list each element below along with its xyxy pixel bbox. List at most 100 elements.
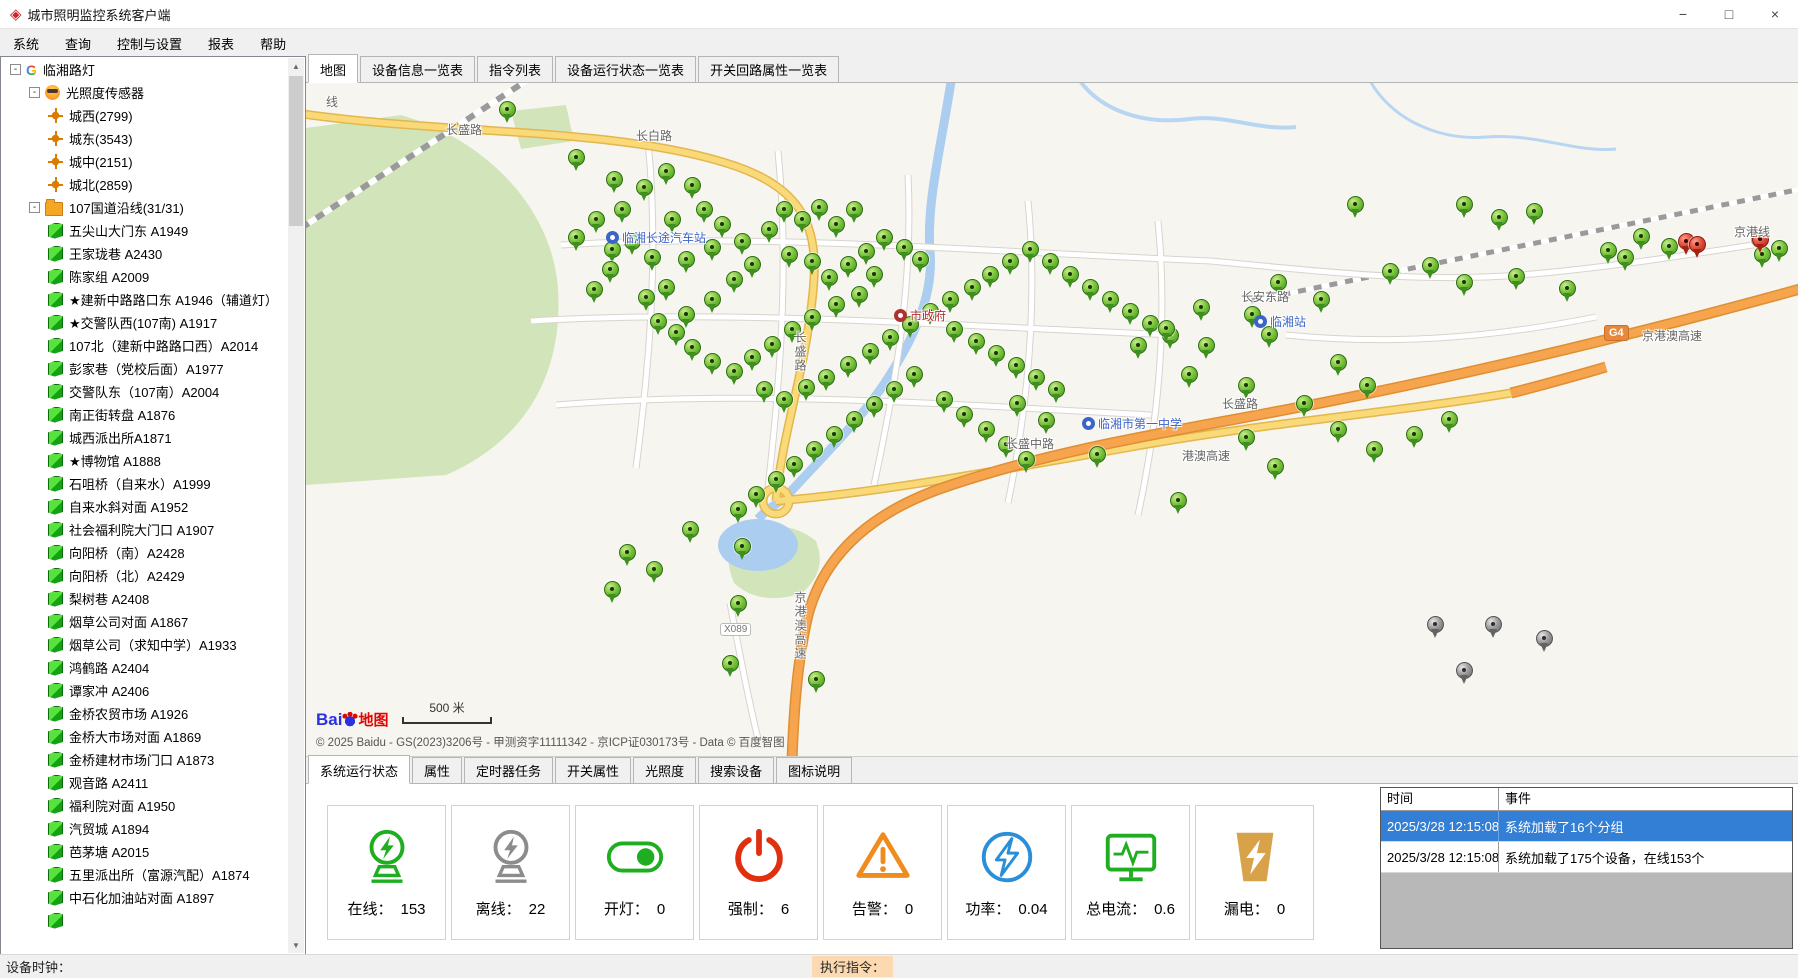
- tree-item[interactable]: -G临湘路灯: [2, 58, 288, 81]
- scrollbar-thumb[interactable]: [289, 76, 303, 226]
- map-pin-green[interactable]: [744, 349, 761, 366]
- map-pin-green[interactable]: [1456, 196, 1473, 213]
- map-pin-green[interactable]: [644, 249, 661, 266]
- map-pin-green[interactable]: [1142, 315, 1159, 332]
- map-pin-green[interactable]: [636, 179, 653, 196]
- map-pin-green[interactable]: [858, 243, 875, 260]
- map-pin-green[interactable]: [978, 421, 995, 438]
- map-pin-green[interactable]: [726, 271, 743, 288]
- tree-item[interactable]: 金桥建材市场门口 A1873: [2, 748, 288, 771]
- tree-item[interactable]: ★建新中路路口东 A1946（辅道灯）: [2, 288, 288, 311]
- map-pin-green[interactable]: [1771, 240, 1788, 257]
- map-pin-green[interactable]: [756, 381, 773, 398]
- map-pin-green[interactable]: [1062, 266, 1079, 283]
- tree-item[interactable]: 城西(2799): [2, 104, 288, 127]
- map-pin-green[interactable]: [1508, 268, 1525, 285]
- tree-item[interactable]: [2, 909, 288, 932]
- map-pin-green[interactable]: [1559, 280, 1576, 297]
- map-pin-green[interactable]: [1313, 291, 1330, 308]
- tree-item[interactable]: 向阳桥（北）A2429: [2, 564, 288, 587]
- map-pin-green[interactable]: [826, 426, 843, 443]
- map-pin-green[interactable]: [704, 291, 721, 308]
- map-pin-green[interactable]: [678, 306, 695, 323]
- tree-item[interactable]: 五尖山大门东 A1949: [2, 219, 288, 242]
- map-pin-green[interactable]: [781, 246, 798, 263]
- map-pin-green[interactable]: [568, 149, 585, 166]
- map-pin-green[interactable]: [744, 256, 761, 273]
- map-pin-green[interactable]: [1002, 253, 1019, 270]
- map-pin-green[interactable]: [818, 369, 835, 386]
- map-pin-green[interactable]: [568, 229, 585, 246]
- map-pin-green[interactable]: [704, 239, 721, 256]
- map-pin-green[interactable]: [734, 538, 751, 555]
- map-pin-green[interactable]: [704, 353, 721, 370]
- map-pin-green[interactable]: [1296, 395, 1313, 412]
- minimize-button[interactable]: −: [1660, 0, 1706, 28]
- view-tab[interactable]: 指令列表: [477, 56, 553, 82]
- map-pin-green[interactable]: [586, 281, 603, 298]
- map-pin-green[interactable]: [1158, 320, 1175, 337]
- map-pin-green[interactable]: [1422, 257, 1439, 274]
- map-pin-green[interactable]: [1181, 366, 1198, 383]
- map-pin-green[interactable]: [730, 501, 747, 518]
- map-pin-green[interactable]: [748, 486, 765, 503]
- view-tab[interactable]: 地图: [308, 54, 358, 83]
- map-pin-green[interactable]: [1198, 337, 1215, 354]
- map-pin-green[interactable]: [804, 309, 821, 326]
- tree-item[interactable]: ★博物馆 A1888: [2, 449, 288, 472]
- map-pin-green[interactable]: [964, 279, 981, 296]
- view-tab[interactable]: 设备运行状态一览表: [555, 56, 696, 82]
- tree-item[interactable]: 谭家冲 A2406: [2, 679, 288, 702]
- map-canvas[interactable]: 线长盛路长白路临湘长途汽车站市政府长安东路临湘站京港线G4京港澳高速长盛路临湘市…: [306, 83, 1798, 756]
- map-pin-green[interactable]: [1018, 451, 1035, 468]
- event-log-row[interactable]: 2025/3/28 12:15:08系统加载了175个设备，在线153个: [1381, 842, 1792, 873]
- bottom-tab[interactable]: 图标说明: [776, 757, 852, 783]
- map-pin-green[interactable]: [696, 201, 713, 218]
- map-pin-green[interactable]: [678, 251, 695, 268]
- tree-item[interactable]: 交警队东（107南）A2004: [2, 380, 288, 403]
- map-pin-gray[interactable]: [1427, 616, 1444, 633]
- map-pin-green[interactable]: [1456, 274, 1473, 291]
- map-pin-green[interactable]: [906, 366, 923, 383]
- tree-item[interactable]: 中石化加油站对面 A1897: [2, 886, 288, 909]
- map-pin-green[interactable]: [768, 471, 785, 488]
- map-pin-green[interactable]: [808, 671, 825, 688]
- tree-item[interactable]: 城西派出所A1871: [2, 426, 288, 449]
- close-button[interactable]: ×: [1752, 0, 1798, 28]
- tree-item[interactable]: 五里派出所（富源汽配）A1874: [2, 863, 288, 886]
- map-pin-green[interactable]: [876, 229, 893, 246]
- map-pin-green[interactable]: [1661, 238, 1678, 255]
- scroll-down-icon[interactable]: ▼: [288, 937, 304, 953]
- map-pin-green[interactable]: [764, 336, 781, 353]
- map-pin-green[interactable]: [714, 216, 731, 233]
- map-pin-green[interactable]: [1042, 253, 1059, 270]
- tree-item[interactable]: ★交警队西(107南) A1917: [2, 311, 288, 334]
- tree-item[interactable]: 金桥大市场对面 A1869: [2, 725, 288, 748]
- map-pin-green[interactable]: [726, 363, 743, 380]
- map-pin-green[interactable]: [862, 343, 879, 360]
- tree-item[interactable]: 烟草公司（求知中学）A1933: [2, 633, 288, 656]
- event-log[interactable]: 时间 事件 2025/3/28 12:15:08系统加载了16个分组2025/3…: [1380, 787, 1793, 949]
- map-pin-green[interactable]: [840, 256, 857, 273]
- map-pin-green[interactable]: [1102, 291, 1119, 308]
- tree-item[interactable]: 梨树巷 A2408: [2, 587, 288, 610]
- collapse-minus-icon[interactable]: -: [29, 202, 40, 213]
- map-pin-green[interactable]: [798, 379, 815, 396]
- map-pin-green[interactable]: [734, 233, 751, 250]
- map-pin-green[interactable]: [638, 289, 655, 306]
- tree-item[interactable]: 城中(2151): [2, 150, 288, 173]
- bottom-tab[interactable]: 开关属性: [555, 757, 631, 783]
- map-pin-green[interactable]: [1122, 303, 1139, 320]
- map-pin-green[interactable]: [946, 321, 963, 338]
- map-pin-green[interactable]: [828, 296, 845, 313]
- map-pin-green[interactable]: [882, 329, 899, 346]
- tree-item[interactable]: 南正街转盘 A1876: [2, 403, 288, 426]
- map-pin-green[interactable]: [968, 333, 985, 350]
- map-pin-green[interactable]: [1238, 377, 1255, 394]
- map-pin-gray[interactable]: [1456, 662, 1473, 679]
- scroll-up-icon[interactable]: ▲: [288, 58, 304, 74]
- map-pin-green[interactable]: [604, 581, 621, 598]
- tree-item[interactable]: 石咀桥（自来水）A1999: [2, 472, 288, 495]
- map-pin-green[interactable]: [1600, 242, 1617, 259]
- collapse-minus-icon[interactable]: -: [10, 64, 21, 75]
